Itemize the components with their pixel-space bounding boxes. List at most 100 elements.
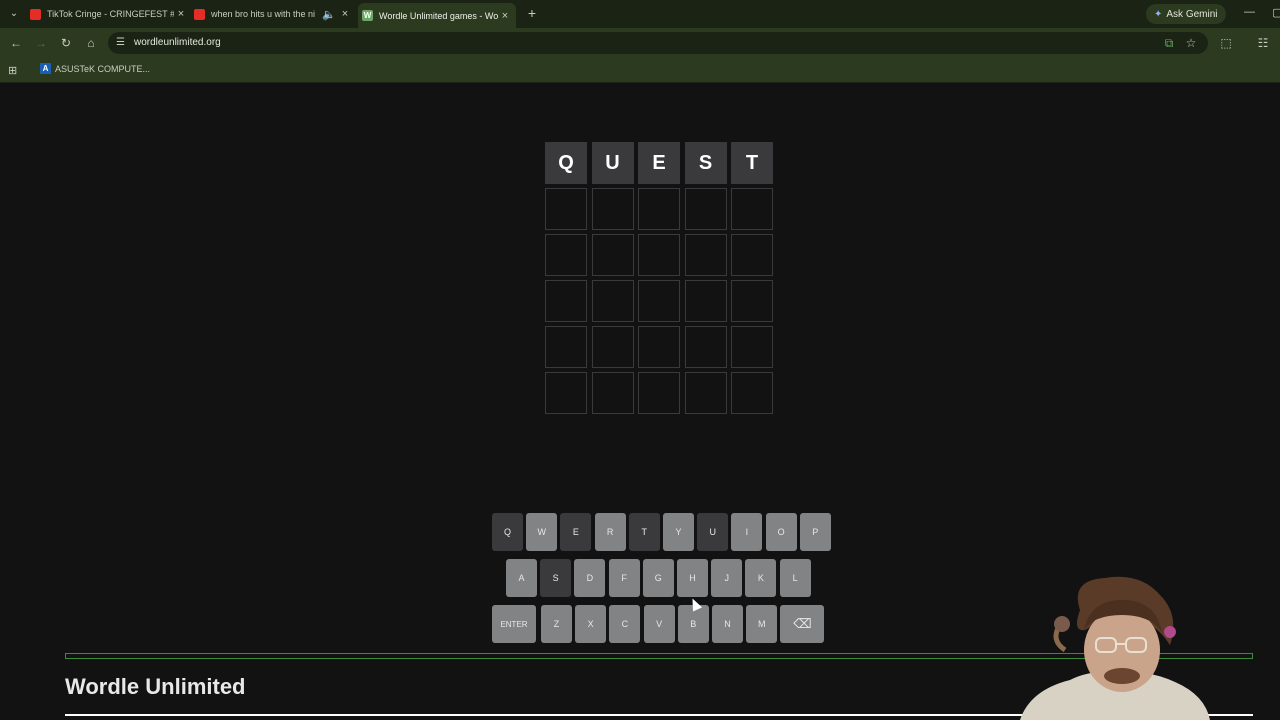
key-g[interactable]: G	[642, 559, 674, 597]
side-panel-icon[interactable]: ☷	[1256, 36, 1270, 50]
key-d[interactable]: D	[574, 559, 606, 597]
board-tile: Q	[545, 142, 587, 184]
board-tile	[684, 326, 727, 368]
install-app-icon[interactable]: ⧉	[1162, 36, 1176, 50]
tab-bro-hits[interactable]: when bro hits u with the ni 🔈 ×	[194, 3, 352, 25]
keyboard-row: ENTER Z X C V B N M ⌫	[492, 605, 828, 651]
board-tile	[731, 234, 773, 276]
board-tile	[591, 372, 634, 414]
site-title: Wordle Unlimited	[65, 674, 246, 699]
on-screen-keyboard: Q W E R T Y U I O P A S D F G H J K L ENTER Z X C V B N M ⌫	[492, 513, 831, 651]
board-row	[545, 234, 778, 276]
board-tile	[731, 188, 773, 230]
apps-grid-icon[interactable]: ⊞	[8, 64, 17, 77]
url-text[interactable]: wordleunlimited.org	[134, 37, 221, 48]
board-tile	[638, 280, 680, 322]
board-tile	[545, 188, 587, 230]
board-row	[545, 188, 778, 230]
key-y[interactable]: Y	[663, 513, 694, 551]
board-tile	[731, 280, 773, 322]
speaker-icon[interactable]: 🔈	[320, 8, 338, 21]
tab-wordle-unlimited[interactable]: W Wordle Unlimited games - Wor ×	[358, 3, 516, 28]
board-row	[545, 372, 778, 414]
close-tab-icon[interactable]: ×	[498, 10, 512, 22]
board-tile	[545, 234, 587, 276]
browser-toolbar: ← → ↻ ⌂ ☰ wordleunlimited.org ⧉ ☆ ⬚ ☷	[0, 28, 1280, 58]
streamer-webcam-image	[1020, 576, 1210, 720]
board-tile	[684, 188, 727, 230]
key-j[interactable]: J	[711, 559, 743, 597]
board-tile: E	[638, 142, 680, 184]
board-tile	[591, 280, 634, 322]
bookmark-star-icon[interactable]: ☆	[1184, 36, 1198, 50]
forward-arrow-icon[interactable]: →	[34, 36, 48, 50]
board-tile	[684, 234, 727, 276]
close-tab-icon[interactable]: ×	[174, 8, 188, 20]
enter-key[interactable]: ENTER	[492, 605, 536, 643]
tab-tiktok-cringe[interactable]: TikTok Cringe - CRINGEFEST #1 ×	[30, 3, 188, 25]
wordle-board: QUEST	[545, 142, 778, 418]
home-icon[interactable]: ⌂	[84, 36, 98, 50]
address-bar[interactable]: ☰ wordleunlimited.org	[108, 32, 1208, 54]
maximize-window-icon[interactable]: ▢	[1272, 6, 1280, 19]
ask-gemini-button[interactable]: ✦ Ask Gemini	[1146, 4, 1226, 24]
board-tile	[684, 372, 727, 414]
backspace-icon[interactable]: ⌫	[780, 605, 825, 643]
tab-title: Wordle Unlimited games - Wor	[379, 10, 498, 21]
key-o[interactable]: O	[765, 513, 797, 551]
key-t[interactable]: T	[628, 513, 660, 551]
youtube-icon	[194, 8, 205, 20]
key-a[interactable]: A	[506, 559, 537, 597]
board-row: QUEST	[545, 142, 778, 184]
key-r[interactable]: R	[594, 513, 626, 551]
key-s[interactable]: S	[540, 559, 572, 597]
key-m[interactable]: M	[746, 605, 778, 643]
key-x[interactable]: X	[575, 605, 607, 643]
board-tile	[731, 372, 773, 414]
site-info-icon[interactable]: ☰	[116, 37, 125, 48]
minimize-window-icon[interactable]: —	[1244, 6, 1255, 18]
key-n[interactable]: N	[712, 605, 743, 643]
youtube-icon	[30, 8, 41, 20]
board-tile	[545, 280, 587, 322]
board-row	[545, 280, 778, 322]
reload-icon[interactable]: ↻	[59, 36, 73, 50]
extensions-icon[interactable]: ⬚	[1219, 36, 1233, 50]
board-tile	[731, 326, 773, 368]
board-tile: S	[684, 142, 727, 184]
wordle-favicon: W	[362, 10, 373, 21]
board-tile	[591, 234, 634, 276]
board-tile	[638, 234, 680, 276]
key-q[interactable]: Q	[492, 513, 523, 551]
ask-gemini-label: Ask Gemini	[1166, 8, 1218, 20]
key-u[interactable]: U	[697, 513, 729, 551]
key-c[interactable]: C	[609, 605, 641, 643]
key-h[interactable]: H	[677, 559, 708, 597]
board-tile	[638, 372, 680, 414]
key-i[interactable]: I	[731, 513, 763, 551]
new-tab-plus-icon[interactable]: +	[524, 5, 540, 21]
tab-search-chevron-icon[interactable]: ⌄	[6, 6, 22, 22]
keyboard-row: QWERTYUIOP	[492, 513, 831, 559]
bookmark-asus[interactable]: A ASUSTeK COMPUTE...	[40, 63, 150, 74]
tab-title: TikTok Cringe - CRINGEFEST #1	[47, 9, 174, 19]
key-p[interactable]: P	[799, 513, 831, 551]
webcam-overlay	[1010, 570, 1220, 720]
board-tile	[545, 372, 587, 414]
board-tile	[638, 326, 680, 368]
key-f[interactable]: F	[608, 559, 640, 597]
back-arrow-icon[interactable]: ←	[9, 36, 23, 50]
key-e[interactable]: E	[560, 513, 592, 551]
asus-logo-icon: A	[40, 63, 51, 74]
board-row	[545, 326, 778, 368]
key-v[interactable]: V	[643, 605, 675, 643]
key-l[interactable]: L	[779, 559, 811, 597]
board-tile	[591, 188, 634, 230]
bookmark-label: ASUSTeK COMPUTE...	[55, 63, 151, 74]
board-tile	[545, 326, 587, 368]
close-tab-icon[interactable]: ×	[338, 8, 352, 20]
key-z[interactable]: Z	[541, 605, 572, 643]
key-w[interactable]: W	[526, 513, 558, 551]
key-k[interactable]: K	[745, 559, 777, 597]
browser-tab-bar: ⌄ TikTok Cringe - CRINGEFEST #1 × when b…	[0, 0, 1280, 28]
